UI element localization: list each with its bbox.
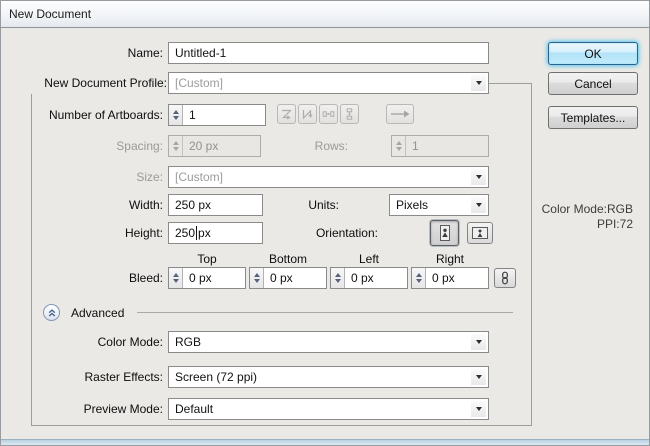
spinner-arrows-icon [169,136,183,156]
arrange-by-row-button[interactable] [319,104,338,124]
artboards-row: Number of Artboards: 1 [1,104,649,126]
artboards-stepper[interactable]: 1 [168,104,266,126]
chevron-down-icon[interactable] [471,169,486,185]
dialog-bottom-edge [1,439,649,445]
profile-label: New Document Profile: [3,72,171,94]
spinner-arrows-icon[interactable] [331,268,345,288]
chevron-down-icon[interactable] [471,401,486,417]
bleed-bottom-value: 0 px [270,271,293,285]
bleed-top-value: 0 px [189,271,212,285]
grid-by-row-icon [282,109,292,120]
spinner-arrows-icon[interactable] [169,105,183,125]
raster-effects-value: Screen (72 ppi) [175,370,258,384]
bleed-label: Bleed: [128,271,163,285]
color-mode-label: Color Mode: [97,335,163,349]
spinner-arrows-icon[interactable] [250,268,264,288]
units-value: Pixels [396,198,429,212]
bleed-right-label: Right [435,252,464,266]
width-label: Width: [128,198,163,212]
bleed-top-label: Top [197,252,217,266]
right-arrow-icon [391,110,410,118]
name-input[interactable]: Untitled-1 [168,42,489,64]
units-label: Units: [308,198,339,212]
advanced-divider [137,312,513,313]
chevron-down-icon[interactable] [471,334,486,350]
name-label: Name: [127,46,163,60]
portrait-orientation-icon [439,225,450,241]
preview-mode-dropdown[interactable]: Default [168,398,489,420]
profile-dropdown[interactable]: [Custom] [168,72,489,94]
raster-effects-label: Raster Effects: [84,370,163,384]
profile-row: New Document Profile: [Custom] [1,72,649,94]
preview-mode-value: Default [175,402,214,416]
arrange-by-column-button[interactable] [340,104,359,124]
grid-by-row-button[interactable] [277,104,296,124]
name-row: Name: Untitled-1 [1,42,649,64]
color-mode-dropdown[interactable]: RGB [168,331,489,353]
double-chevron-up-icon [48,308,55,316]
spinner-arrows-icon[interactable] [169,268,183,288]
grid-by-column-button[interactable] [298,104,317,124]
orientation-label: Orientation: [315,226,378,240]
raster-effects-dropdown[interactable]: Screen (72 ppi) [168,366,489,388]
spacing-row: Spacing: 20 px Rows: 1 [1,135,649,157]
units-dropdown[interactable]: Pixels [389,194,489,216]
spinner-arrows-icon [392,136,406,156]
width-row: Width: 250 px Units: Pixels [1,194,649,216]
artboards-label: Number of Artboards: [48,108,163,122]
color-mode-row: Color Mode: RGB [1,331,649,353]
bleed-columns-row: Top Bottom Left Right [1,252,649,266]
chevron-down-icon[interactable] [471,369,486,385]
artboards-value: 1 [189,108,196,122]
bleed-right-stepper[interactable]: 0 px [411,267,489,289]
advanced-collapse-button[interactable] [43,304,60,321]
chevron-down-icon[interactable] [471,197,486,213]
bleed-link-button[interactable] [494,268,516,288]
bleed-left-stepper[interactable]: 0 px [330,267,408,289]
size-row: Size: [Custom] [1,166,649,188]
layout-direction-button[interactable] [386,104,414,124]
advanced-section-label: Advanced [71,306,125,320]
text-caret [196,226,198,240]
bleed-left-value: 0 px [351,271,374,285]
spinner-arrows-icon[interactable] [412,268,426,288]
size-label: Size: [136,170,163,184]
height-input[interactable]: 250 px [168,222,263,244]
chain-link-icon [502,271,508,285]
height-row: Height: 250 px Orientation: [1,220,649,246]
preview-mode-row: Preview Mode: Default [1,398,649,420]
window-title: New Document [9,7,92,21]
bleed-bottom-stepper[interactable]: 0 px [249,267,327,289]
orientation-portrait-button[interactable] [430,220,459,246]
bleed-right-value: 0 px [432,271,455,285]
title-bar[interactable]: New Document [1,1,649,28]
height-unit: px [198,226,211,240]
bleed-bottom-label: Bottom [268,252,307,266]
arrange-by-row-icon [322,111,335,117]
height-label: Height: [124,226,163,240]
height-value: 250 [175,226,196,240]
name-value: Untitled-1 [175,46,227,60]
raster-effects-row: Raster Effects: Screen (72 ppi) [1,366,649,388]
landscape-orientation-icon [472,227,488,239]
bleed-left-label: Left [358,252,379,266]
spacing-label: Spacing: [116,139,163,153]
rows-value: 1 [412,139,419,153]
bleed-row: Bleed: 0 px 0 px 0 px 0 px [1,267,649,289]
rows-stepper: 1 [391,135,489,157]
grid-by-column-icon [302,109,313,120]
color-mode-value: RGB [175,335,202,349]
size-value: [Custom] [175,170,224,184]
profile-value: [Custom] [175,76,224,90]
orientation-landscape-button[interactable] [467,222,493,244]
width-value: 250 px [175,198,212,212]
size-dropdown[interactable]: [Custom] [168,166,489,188]
spacing-value: 20 px [189,139,219,153]
new-document-dialog: New Document OK Cancel Templates... Colo… [0,0,650,446]
chevron-down-icon[interactable] [471,75,486,91]
rows-label: Rows: [314,139,348,153]
arrange-by-column-icon [346,108,353,120]
preview-mode-label: Preview Mode: [83,402,163,416]
bleed-top-stepper[interactable]: 0 px [168,267,246,289]
